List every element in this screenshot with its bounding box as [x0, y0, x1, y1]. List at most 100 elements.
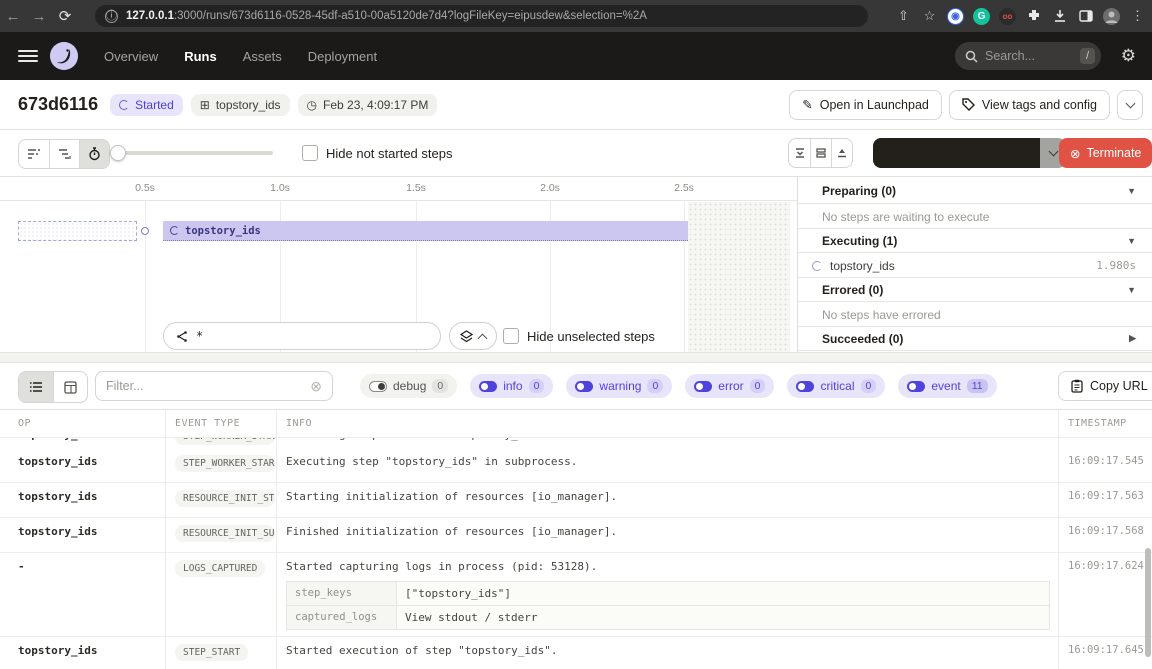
col-header-event-type: EVENT TYPE [165, 410, 276, 437]
errored-section-header[interactable]: Errored (0) ▼ [798, 277, 1152, 302]
preparing-section-header[interactable]: Preparing (0) ▼ [798, 179, 1152, 204]
executing-section-header[interactable]: Executing (1) ▼ [798, 228, 1152, 253]
gantt-chart[interactable]: 0.5s 1.0s 1.5s 2.0s 2.5s topstory_ids * … [0, 177, 797, 352]
browser-back-icon[interactable]: ← [0, 8, 26, 25]
open-launchpad-button[interactable]: ✎ Open in Launchpad [789, 90, 942, 120]
spinner-icon [812, 261, 822, 271]
profile-avatar[interactable] [1103, 8, 1120, 25]
gantt-step-bar[interactable]: topstory_ids [163, 221, 688, 241]
run-header: 673d6116 Started ⊞ topstory_ids ◷ Feb 23… [0, 80, 1152, 130]
nav-assets[interactable]: Assets [243, 49, 282, 64]
level-toggle-warning[interactable]: warning 0 [566, 374, 672, 398]
timestamp-cell: 16:09:17.563 [1058, 483, 1152, 517]
level-toggle-critical[interactable]: critical 0 [787, 374, 885, 398]
expand-all-button[interactable] [831, 139, 852, 167]
log-row-partial[interactable]: topstory_ids STEP_WORKER_STARTI_ Launchi… [0, 438, 1152, 448]
clipboard-icon [1071, 379, 1083, 393]
bookmark-star-icon[interactable]: ☆ [921, 8, 938, 25]
job-grid-icon: ⊞ [200, 98, 210, 112]
level-toggle-event[interactable]: event 11 [898, 374, 996, 398]
level-count-badge: 0 [750, 379, 766, 393]
gantt-zoom-slider[interactable] [112, 151, 273, 155]
settings-gear-icon[interactable]: ⚙ [1121, 46, 1136, 66]
nav-overview[interactable]: Overview [104, 49, 158, 64]
level-toggle-error[interactable]: error 0 [685, 374, 774, 398]
global-search-input[interactable]: Search... / [955, 42, 1101, 70]
level-count-badge: 0 [432, 379, 448, 393]
preparing-empty-text: No steps are waiting to execute [798, 204, 1152, 229]
clear-filter-icon[interactable]: ⊗ [310, 378, 322, 395]
copy-url-button[interactable]: Copy URL [1058, 371, 1152, 401]
clock-icon: ◷ [307, 98, 317, 112]
step-selector-value: * [196, 329, 203, 343]
extension-1password-icon[interactable]: ◉ [947, 8, 964, 25]
browser-forward-icon[interactable]: → [26, 8, 52, 25]
col-header-op: OP [0, 410, 165, 437]
log-scrollbar[interactable] [1145, 548, 1151, 657]
log-row[interactable]: - LOGS_CAPTURED Started capturing logs i… [0, 553, 1152, 637]
layers-options-button[interactable] [449, 322, 497, 350]
chevron-down-icon: ▼ [1127, 236, 1136, 246]
log-row[interactable]: topstory_ids RESOURCE_INIT_SUCC_ Finishe… [0, 518, 1152, 553]
succeeded-section-header[interactable]: Succeeded (0) ▶ [798, 326, 1152, 351]
collapse-all-button[interactable] [789, 139, 810, 167]
hide-unselected-label: Hide unselected steps [527, 329, 655, 344]
hamburger-menu-icon[interactable] [18, 47, 38, 65]
log-filter-input[interactable] [106, 379, 310, 393]
search-placeholder: Search... [985, 49, 1080, 63]
browser-reload-icon[interactable]: ⟳ [52, 7, 78, 25]
axis-tick: 0.5s [135, 182, 155, 194]
fit-rows-button[interactable] [810, 139, 831, 167]
reexecute-button[interactable]: Re-execute (topstory_ids) [873, 138, 1066, 168]
captured-logs-link[interactable]: View stdout / stderr [397, 606, 1049, 629]
waterfall-layout-button[interactable] [49, 140, 79, 168]
slider-knob[interactable] [110, 145, 126, 161]
nav-runs[interactable]: Runs [184, 49, 217, 64]
spinner-icon [170, 226, 179, 235]
log-row[interactable]: topstory_ids STEP_WORKER_STARTED Executi… [0, 448, 1152, 483]
downloads-icon[interactable] [1051, 8, 1068, 25]
log-row[interactable]: topstory_ids RESOURCE_INIT_STAR_ Startin… [0, 483, 1152, 518]
terminate-button[interactable]: ⊗ Terminate [1059, 138, 1152, 168]
dagster-logo[interactable] [50, 42, 78, 70]
flat-layout-button[interactable] [19, 140, 49, 168]
chevron-right-icon: ▶ [1129, 333, 1136, 344]
level-count-badge: 0 [529, 379, 545, 393]
hide-unselected-checkbox[interactable] [503, 328, 519, 344]
event-type-pill: RESOURCE_INIT_STAR_ [175, 490, 275, 507]
chevron-down-icon: ▼ [1127, 186, 1136, 196]
search-icon [965, 50, 978, 63]
toggle-icon [694, 381, 712, 392]
toggle-icon [369, 381, 387, 392]
log-filter-field[interactable]: ⊗ [95, 371, 333, 401]
url-bar[interactable]: ⓘ 127.0.0.1:3000/runs/673d6116-0528-45df… [95, 5, 868, 27]
sidebar-toggle-icon[interactable] [1077, 8, 1094, 25]
gantt-toolbar: Hide not started steps Re-execute (topst… [0, 130, 1152, 177]
meta-key: step_keys [287, 582, 397, 605]
extension-devtool-icon[interactable]: oo [999, 8, 1016, 25]
level-toggle-debug[interactable]: debug 0 [360, 374, 457, 398]
timed-layout-button[interactable] [79, 140, 109, 168]
op-cell: - [0, 553, 165, 636]
hide-not-started-checkbox[interactable] [302, 145, 318, 161]
op-cell: topstory_ids [0, 637, 165, 669]
axis-tick: 2.5s [674, 182, 694, 194]
browser-menu-icon[interactable]: ⋮ [1129, 8, 1146, 25]
extension-grammarly-icon[interactable]: G [973, 8, 990, 25]
share-icon[interactable]: ⇧ [895, 8, 912, 25]
gantt-future-region [688, 202, 790, 352]
col-header-timestamp: TIMESTAMP [1058, 410, 1152, 437]
level-toggle-info[interactable]: info 0 [470, 374, 553, 398]
job-tag[interactable]: ⊞ topstory_ids [191, 94, 290, 116]
nav-deployment[interactable]: Deployment [308, 49, 377, 64]
extensions-puzzle-icon[interactable] [1025, 8, 1042, 25]
site-info-icon[interactable]: ⓘ [105, 10, 118, 23]
view-tags-config-button[interactable]: View tags and config [949, 90, 1110, 120]
log-row[interactable]: topstory_ids STEP_START Started executio… [0, 637, 1152, 669]
step-selector-input[interactable]: * [163, 322, 441, 350]
log-structured-view-button[interactable] [53, 372, 87, 402]
run-more-actions-button[interactable] [1117, 90, 1143, 120]
panel-resizer-handle[interactable] [0, 352, 1152, 363]
executing-step-row[interactable]: topstory_ids 1.980s [798, 253, 1152, 278]
log-list-view-button[interactable] [19, 372, 53, 402]
